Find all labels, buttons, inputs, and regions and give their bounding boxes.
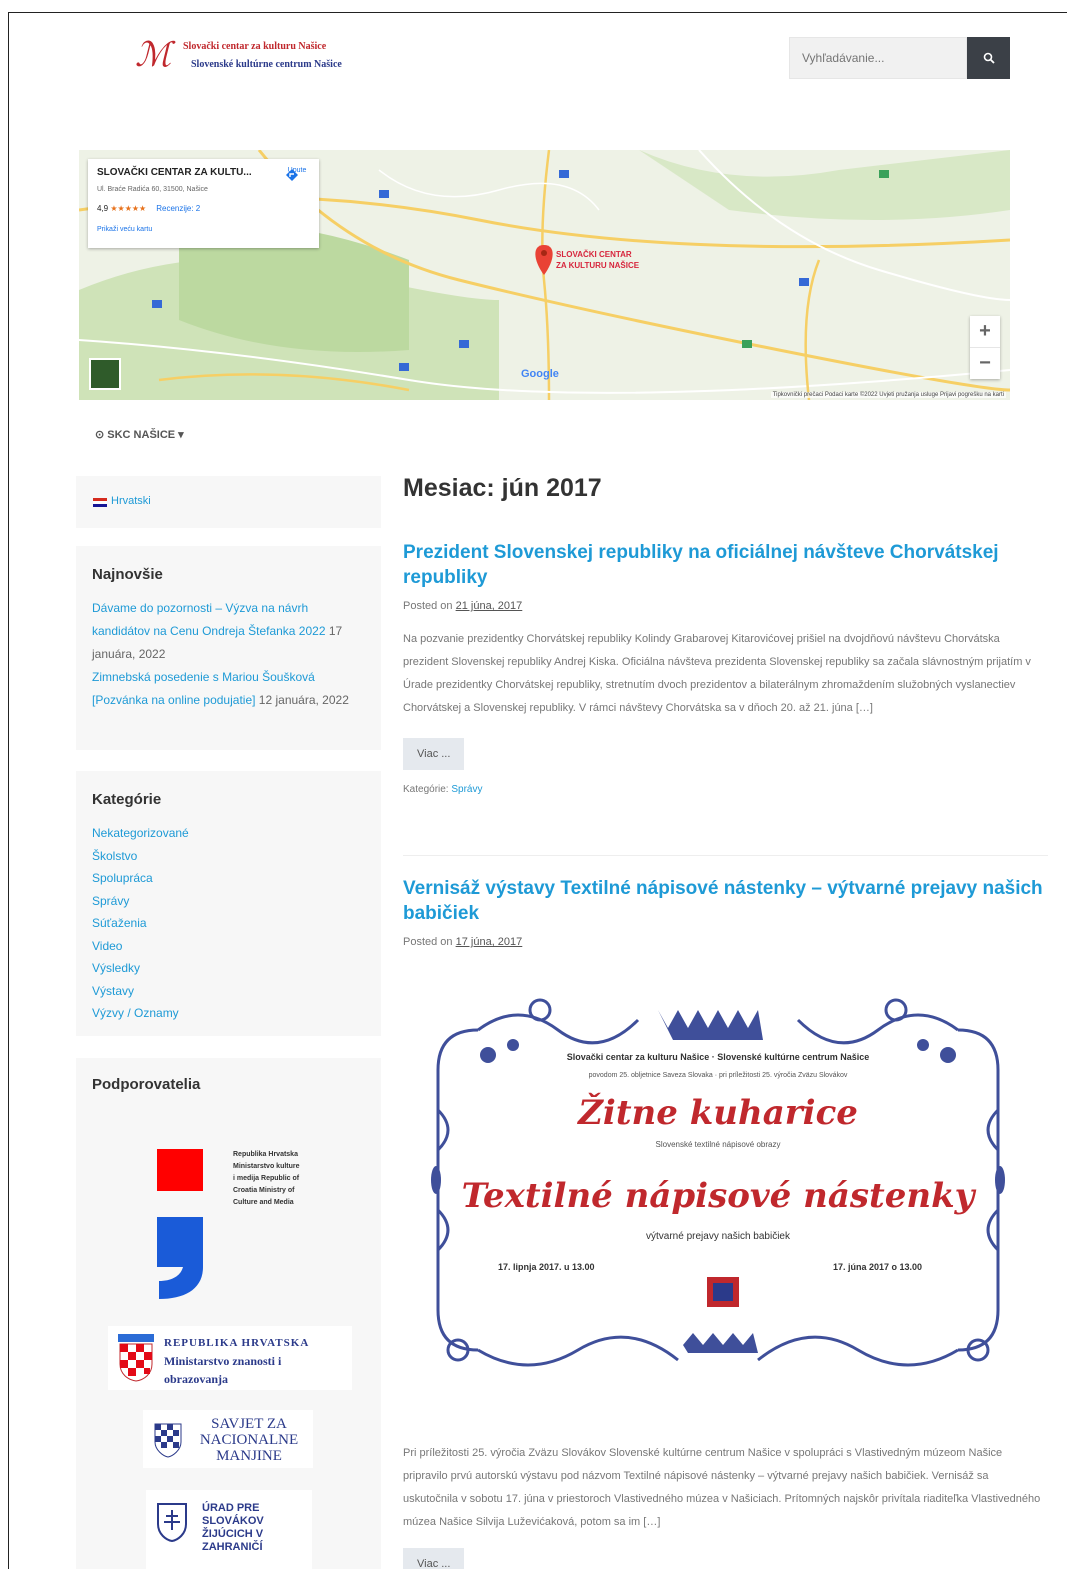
slovak-shield-icon [157, 1503, 187, 1542]
ministry-culture-logo[interactable]: Republika Hrvatska Ministarstvo kulture … [155, 1145, 303, 1303]
post-title-link[interactable]: Prezident Slovenskej republiky na oficiá… [403, 540, 1043, 590]
place-rating: 4,9 ★★★★★ Recenzije: 2 [97, 204, 200, 213]
directions-icon [286, 169, 298, 181]
poster-script-title-1: Žitne kuharice [578, 1093, 858, 1133]
read-more-button[interactable]: Viac ... [403, 738, 465, 770]
posted-prefix: Posted on [403, 936, 453, 948]
map-pin-label: SLOVAČKI CENTAR ZA KULTURU NAŠICE [556, 249, 639, 271]
rating-stars: ★★★★★ [110, 204, 147, 213]
post-article: Vernisáž výstavy Textilné nápisové náste… [403, 876, 1043, 948]
supporters-widget: Podporovatelia Republika Hrvatska Minist… [76, 1058, 381, 1569]
categories-list: Nekategorizované Školstvo Spolupráca Spr… [92, 822, 365, 1025]
place-card: SLOVAČKI CENTAR ZA KULTU... Ul. Braće Ra… [88, 159, 319, 248]
category-link[interactable]: Nekategorizované [92, 822, 365, 845]
category-link[interactable]: Výzvy / Oznamy [92, 1002, 365, 1025]
category-link[interactable]: Správy [92, 890, 365, 913]
poster-occasion: povodom 25. obljetnice Saveza Slovaka · … [588, 1072, 848, 1079]
red-square-icon [157, 1149, 203, 1191]
logo-line-1: Slovački centar za kulturu Našice [183, 41, 327, 52]
search-input[interactable] [789, 37, 967, 79]
zoom-in-button[interactable]: + [970, 316, 1000, 347]
council-minorities-logo[interactable]: SAVJET ZA NACIONALNE MANJINE [143, 1410, 313, 1468]
office-slovaks-abroad-text: ÚRAD PRE SLOVÁKOV ŽIJÚCICH V ZAHRANIČÍ [202, 1502, 264, 1553]
poster-script-title-2: Textilné nápisové nástenky [461, 1176, 975, 1216]
map-dropdown[interactable]: ⊙ SKC NAŠICE ▾ [95, 428, 184, 441]
place-name: SLOVAČKI CENTAR ZA KULTU... [97, 167, 252, 178]
poster-subtitle-2: výtvarné prejavy našich babičiek [646, 1231, 790, 1242]
ministry-culture-text: Republika Hrvatska Ministarstvo kulture … [233, 1151, 300, 1206]
post-article: Prezident Slovenskej republiky na oficiá… [403, 540, 1043, 795]
category-link[interactable]: Súťaženia [92, 912, 365, 935]
recent-posts-list: Dávame do pozornosti – Výzva na návrh ka… [92, 597, 365, 712]
poster-organizer: Slovački centar za kulturu Našice · Slov… [566, 1052, 870, 1062]
recent-post-link[interactable]: Dávame do pozornosti – Výzva na návrh ka… [92, 601, 326, 638]
directions-button[interactable]: Upute [283, 167, 311, 181]
poster-organizer-logo [707, 1277, 739, 1307]
post-title-link[interactable]: Vernisáž výstavy Textilné nápisové náste… [403, 876, 1043, 926]
checkered-shield-icon [154, 1423, 182, 1458]
pin-label-line-1: SLOVAČKI CENTAR [556, 250, 632, 259]
poster-subtitle-1: Slovenské textilné nápisové obrazy [655, 1140, 781, 1149]
pin-label-line-2: ZA KULTURU NAŠICE [556, 261, 640, 270]
search-button[interactable] [967, 37, 1010, 79]
categories-widget: Kategórie Nekategorizované Školstvo Spol… [76, 771, 381, 1036]
satellite-toggle[interactable] [89, 358, 121, 390]
categories-title: Kategórie [92, 791, 162, 808]
google-logo: Google [521, 368, 559, 380]
rating-value: 4,9 [97, 204, 109, 213]
recent-posts-widget: Najnovšie Dávame do pozornosti – Výzva n… [76, 546, 381, 750]
supporters-title: Podporovatelia [92, 1076, 201, 1093]
post-meta: Posted on 17 júna, 2017 [403, 936, 1043, 948]
site-logo[interactable]: ℳ Slovački centar za kulturu Našice Slov… [135, 35, 395, 83]
exhibition-poster-image[interactable]: Slovački centar za kulturu Našice · Slov… [418, 990, 1018, 1390]
category-link[interactable]: Video [92, 935, 365, 958]
category-link[interactable]: Výsledky [92, 957, 365, 980]
post-category-link[interactable]: Správy [451, 784, 482, 795]
posted-prefix: Posted on [403, 600, 453, 612]
logo-mark-icon: ℳ [135, 35, 172, 75]
page-title: Mesiac: jún 2017 [403, 474, 602, 502]
croatian-coat-of-arms-icon [118, 1334, 154, 1382]
post-divider [403, 855, 1048, 856]
office-slovaks-abroad-logo[interactable]: ÚRAD PRE SLOVÁKOV ŽIJÚCICH V ZAHRANIČÍ [146, 1490, 312, 1569]
post-meta: Posted on 21 júna, 2017 [403, 600, 1043, 612]
category-link[interactable]: Výstavy [92, 980, 365, 1003]
comma-shape-icon [157, 1217, 203, 1299]
reviews-link[interactable]: Recenzije: 2 [156, 204, 200, 213]
category-prefix: Kategórie: [403, 784, 449, 795]
search-form [789, 37, 1010, 79]
language-link[interactable]: Hrvatski [111, 495, 151, 507]
croatian-flag-icon [93, 498, 107, 507]
ministry-science-logo[interactable]: REPUBLIKA HRVATSKA Ministarstvo znanosti… [108, 1326, 352, 1390]
poster-date-left: 17. lipnja 2017. u 13.00 [498, 1262, 595, 1272]
mzo-line-1: REPUBLIKA HRVATSKA [164, 1337, 310, 1349]
category-link[interactable]: Školstvo [92, 845, 365, 868]
category-link[interactable]: Spolupráca [92, 867, 365, 890]
mzo-line-3: obrazovanja [164, 1372, 228, 1386]
post-date-link[interactable]: 17 júna, 2017 [456, 936, 523, 948]
recent-posts-title: Najnovšie [92, 566, 163, 583]
post-excerpt: Na pozvanie prezidentky Chorvátskej repu… [403, 633, 1031, 714]
read-more-button[interactable]: Viac ... [403, 1548, 465, 1569]
map-footer-links[interactable]: Tipkovnički prečaci Podaci karte ©2022 U… [770, 392, 1006, 398]
post-categories: Kategórie: Správy [403, 784, 1043, 795]
post-excerpt: Pri príležitosti 25. výročia Zväzu Slová… [403, 1447, 1041, 1528]
ministry-science-text: REPUBLIKA HRVATSKA Ministarstvo znanosti… [164, 1334, 309, 1388]
google-map[interactable]: SLOVAČKI CENTAR ZA KULTU... Ul. Braće Ra… [79, 150, 1010, 400]
map-dropdown-label: SKC NAŠICE [107, 429, 176, 441]
place-address: Ul. Braće Radića 60, 31500, Našice [97, 186, 208, 193]
logo-line-2: Slovenské kultúrne centrum Našice [191, 59, 342, 70]
post-date-link[interactable]: 21 júna, 2017 [456, 600, 523, 612]
zoom-controls: + − [970, 316, 1000, 379]
poster-date-right: 17. júna 2017 o 13.00 [833, 1262, 923, 1272]
language-widget: Hrvatski [76, 476, 381, 528]
mzo-line-2: Ministarstvo znanosti i [164, 1354, 282, 1368]
recent-post-date: 12 januára, 2022 [258, 693, 349, 707]
zoom-out-button[interactable]: − [970, 347, 1000, 379]
search-icon [983, 52, 995, 64]
bigger-map-link[interactable]: Prikaži veću kartu [97, 226, 152, 233]
council-minorities-text: SAVJET ZA NACIONALNE MANJINE [199, 1416, 299, 1464]
